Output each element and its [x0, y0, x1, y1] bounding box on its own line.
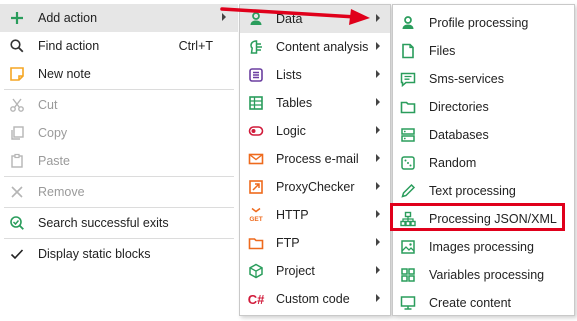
annotation-arrow — [220, 7, 370, 25]
